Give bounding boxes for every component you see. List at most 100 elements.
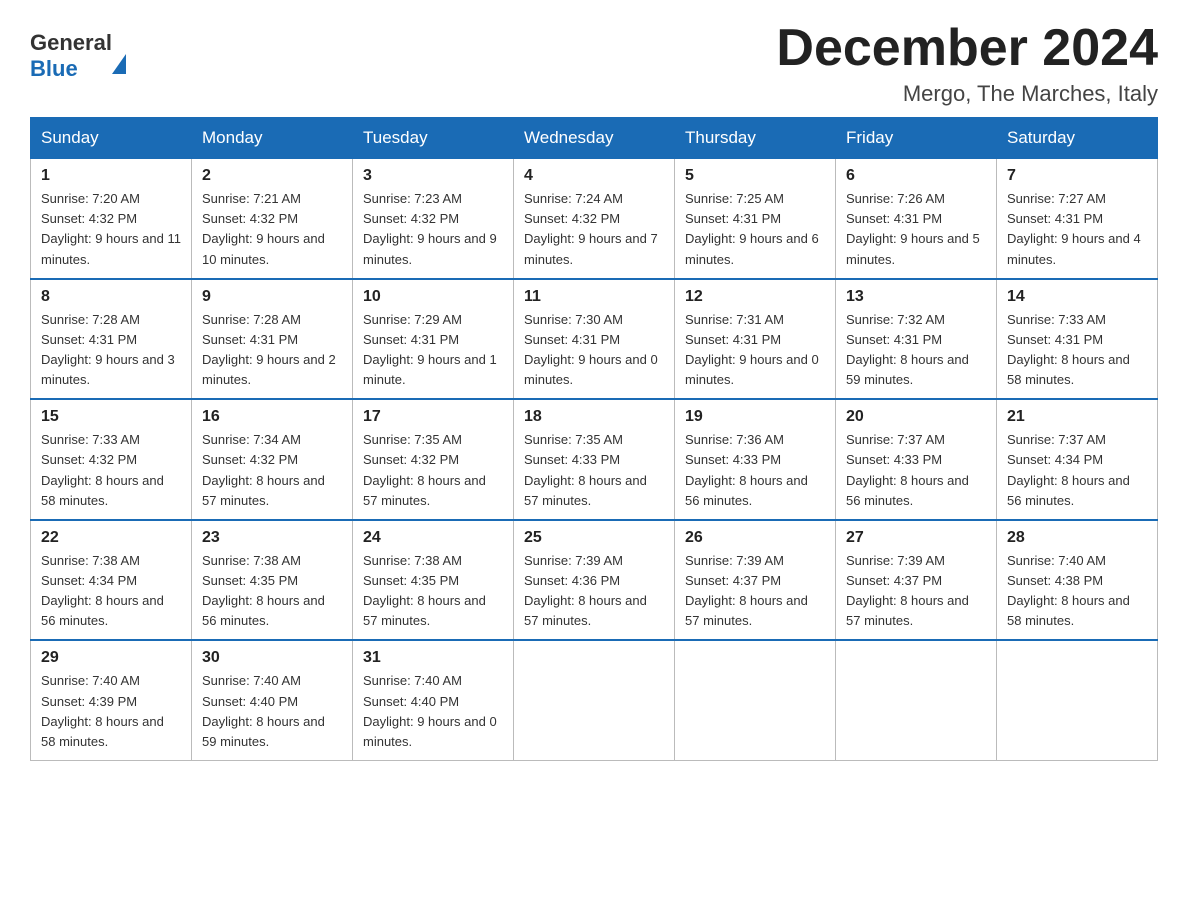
day-info: Sunrise: 7:39 AMSunset: 4:36 PMDaylight:… (524, 551, 664, 632)
week-row-1: 1 Sunrise: 7:20 AMSunset: 4:32 PMDayligh… (31, 159, 1158, 279)
day-info: Sunrise: 7:28 AMSunset: 4:31 PMDaylight:… (202, 310, 342, 391)
table-row: 30 Sunrise: 7:40 AMSunset: 4:40 PMDaylig… (192, 640, 353, 760)
day-info: Sunrise: 7:40 AMSunset: 4:40 PMDaylight:… (202, 671, 342, 752)
day-number: 6 (846, 167, 986, 185)
day-number: 3 (363, 167, 503, 185)
day-info: Sunrise: 7:27 AMSunset: 4:31 PMDaylight:… (1007, 189, 1147, 270)
table-row: 1 Sunrise: 7:20 AMSunset: 4:32 PMDayligh… (31, 159, 192, 279)
table-row: 9 Sunrise: 7:28 AMSunset: 4:31 PMDayligh… (192, 279, 353, 400)
table-row: 3 Sunrise: 7:23 AMSunset: 4:32 PMDayligh… (353, 159, 514, 279)
table-row: 15 Sunrise: 7:33 AMSunset: 4:32 PMDaylig… (31, 399, 192, 520)
day-number: 11 (524, 288, 664, 306)
day-info: Sunrise: 7:32 AMSunset: 4:31 PMDaylight:… (846, 310, 986, 391)
day-info: Sunrise: 7:28 AMSunset: 4:31 PMDaylight:… (41, 310, 181, 391)
day-number: 29 (41, 649, 181, 667)
day-number: 9 (202, 288, 342, 306)
day-info: Sunrise: 7:33 AMSunset: 4:31 PMDaylight:… (1007, 310, 1147, 391)
day-info: Sunrise: 7:38 AMSunset: 4:34 PMDaylight:… (41, 551, 181, 632)
table-row: 11 Sunrise: 7:30 AMSunset: 4:31 PMDaylig… (514, 279, 675, 400)
day-number: 10 (363, 288, 503, 306)
day-number: 5 (685, 167, 825, 185)
table-row: 27 Sunrise: 7:39 AMSunset: 4:37 PMDaylig… (836, 520, 997, 641)
week-row-4: 22 Sunrise: 7:38 AMSunset: 4:34 PMDaylig… (31, 520, 1158, 641)
day-number: 30 (202, 649, 342, 667)
header-friday: Friday (836, 118, 997, 159)
calendar-table: Sunday Monday Tuesday Wednesday Thursday… (30, 117, 1158, 761)
day-number: 17 (363, 408, 503, 426)
day-info: Sunrise: 7:23 AMSunset: 4:32 PMDaylight:… (363, 189, 503, 270)
day-number: 1 (41, 167, 181, 185)
day-info: Sunrise: 7:26 AMSunset: 4:31 PMDaylight:… (846, 189, 986, 270)
day-number: 22 (41, 529, 181, 547)
table-row: 4 Sunrise: 7:24 AMSunset: 4:32 PMDayligh… (514, 159, 675, 279)
logo-text: General Blue (30, 30, 126, 82)
table-row: 19 Sunrise: 7:36 AMSunset: 4:33 PMDaylig… (675, 399, 836, 520)
day-number: 12 (685, 288, 825, 306)
day-info: Sunrise: 7:33 AMSunset: 4:32 PMDaylight:… (41, 430, 181, 511)
week-row-2: 8 Sunrise: 7:28 AMSunset: 4:31 PMDayligh… (31, 279, 1158, 400)
day-number: 18 (524, 408, 664, 426)
table-row: 24 Sunrise: 7:38 AMSunset: 4:35 PMDaylig… (353, 520, 514, 641)
day-number: 8 (41, 288, 181, 306)
table-row: 29 Sunrise: 7:40 AMSunset: 4:39 PMDaylig… (31, 640, 192, 760)
table-row: 13 Sunrise: 7:32 AMSunset: 4:31 PMDaylig… (836, 279, 997, 400)
table-row: 28 Sunrise: 7:40 AMSunset: 4:38 PMDaylig… (997, 520, 1158, 641)
day-info: Sunrise: 7:35 AMSunset: 4:33 PMDaylight:… (524, 430, 664, 511)
day-number: 7 (1007, 167, 1147, 185)
header-saturday: Saturday (997, 118, 1158, 159)
table-row: 8 Sunrise: 7:28 AMSunset: 4:31 PMDayligh… (31, 279, 192, 400)
day-number: 4 (524, 167, 664, 185)
day-info: Sunrise: 7:38 AMSunset: 4:35 PMDaylight:… (202, 551, 342, 632)
day-info: Sunrise: 7:36 AMSunset: 4:33 PMDaylight:… (685, 430, 825, 511)
day-number: 21 (1007, 408, 1147, 426)
header-tuesday: Tuesday (353, 118, 514, 159)
day-number: 16 (202, 408, 342, 426)
table-row (997, 640, 1158, 760)
table-row: 10 Sunrise: 7:29 AMSunset: 4:31 PMDaylig… (353, 279, 514, 400)
table-row: 31 Sunrise: 7:40 AMSunset: 4:40 PMDaylig… (353, 640, 514, 760)
title-block: December 2024 Mergo, The Marches, Italy (776, 20, 1158, 107)
day-number: 2 (202, 167, 342, 185)
logo: General Blue (30, 30, 126, 82)
day-info: Sunrise: 7:39 AMSunset: 4:37 PMDaylight:… (846, 551, 986, 632)
table-row (836, 640, 997, 760)
day-number: 15 (41, 408, 181, 426)
table-row: 12 Sunrise: 7:31 AMSunset: 4:31 PMDaylig… (675, 279, 836, 400)
table-row: 17 Sunrise: 7:35 AMSunset: 4:32 PMDaylig… (353, 399, 514, 520)
day-info: Sunrise: 7:40 AMSunset: 4:39 PMDaylight:… (41, 671, 181, 752)
table-row: 2 Sunrise: 7:21 AMSunset: 4:32 PMDayligh… (192, 159, 353, 279)
table-row: 25 Sunrise: 7:39 AMSunset: 4:36 PMDaylig… (514, 520, 675, 641)
day-info: Sunrise: 7:24 AMSunset: 4:32 PMDaylight:… (524, 189, 664, 270)
day-number: 26 (685, 529, 825, 547)
header-sunday: Sunday (31, 118, 192, 159)
week-row-3: 15 Sunrise: 7:33 AMSunset: 4:32 PMDaylig… (31, 399, 1158, 520)
table-row: 18 Sunrise: 7:35 AMSunset: 4:33 PMDaylig… (514, 399, 675, 520)
day-info: Sunrise: 7:31 AMSunset: 4:31 PMDaylight:… (685, 310, 825, 391)
day-number: 23 (202, 529, 342, 547)
day-number: 27 (846, 529, 986, 547)
day-number: 14 (1007, 288, 1147, 306)
day-info: Sunrise: 7:40 AMSunset: 4:38 PMDaylight:… (1007, 551, 1147, 632)
day-number: 20 (846, 408, 986, 426)
table-row: 22 Sunrise: 7:38 AMSunset: 4:34 PMDaylig… (31, 520, 192, 641)
day-info: Sunrise: 7:37 AMSunset: 4:34 PMDaylight:… (1007, 430, 1147, 511)
day-info: Sunrise: 7:39 AMSunset: 4:37 PMDaylight:… (685, 551, 825, 632)
day-info: Sunrise: 7:37 AMSunset: 4:33 PMDaylight:… (846, 430, 986, 511)
header-row: Sunday Monday Tuesday Wednesday Thursday… (31, 118, 1158, 159)
location-subtitle: Mergo, The Marches, Italy (776, 81, 1158, 107)
day-number: 13 (846, 288, 986, 306)
table-row: 20 Sunrise: 7:37 AMSunset: 4:33 PMDaylig… (836, 399, 997, 520)
month-title: December 2024 (776, 20, 1158, 77)
day-info: Sunrise: 7:38 AMSunset: 4:35 PMDaylight:… (363, 551, 503, 632)
day-info: Sunrise: 7:34 AMSunset: 4:32 PMDaylight:… (202, 430, 342, 511)
day-info: Sunrise: 7:25 AMSunset: 4:31 PMDaylight:… (685, 189, 825, 270)
day-info: Sunrise: 7:35 AMSunset: 4:32 PMDaylight:… (363, 430, 503, 511)
day-number: 28 (1007, 529, 1147, 547)
day-info: Sunrise: 7:21 AMSunset: 4:32 PMDaylight:… (202, 189, 342, 270)
day-number: 19 (685, 408, 825, 426)
table-row: 23 Sunrise: 7:38 AMSunset: 4:35 PMDaylig… (192, 520, 353, 641)
header-wednesday: Wednesday (514, 118, 675, 159)
table-row: 16 Sunrise: 7:34 AMSunset: 4:32 PMDaylig… (192, 399, 353, 520)
day-info: Sunrise: 7:40 AMSunset: 4:40 PMDaylight:… (363, 671, 503, 752)
day-number: 25 (524, 529, 664, 547)
